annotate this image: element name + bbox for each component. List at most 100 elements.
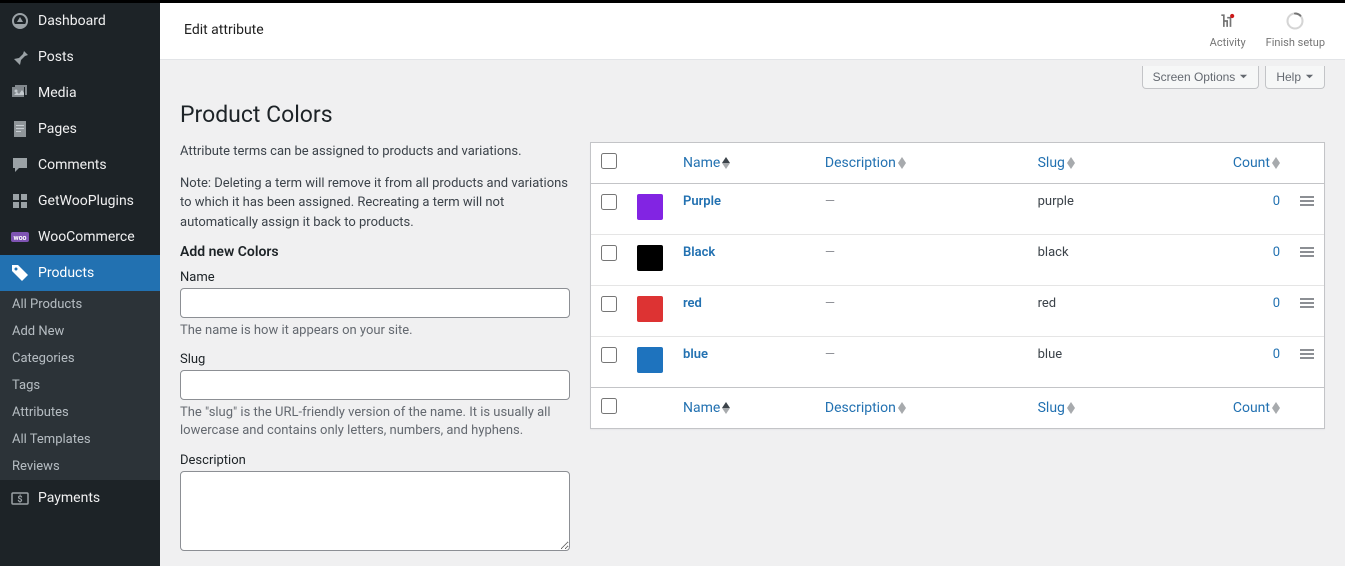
chevron-down-icon (1305, 70, 1314, 84)
term-description: — (825, 194, 835, 209)
activity-button[interactable]: Activity (1210, 11, 1246, 49)
menu-label: Comments (38, 157, 107, 173)
sort-icon (1067, 157, 1075, 169)
intro-text-2: Note: Deleting a term will remove it fro… (180, 174, 570, 233)
submenu-all-templates[interactable]: All Templates (0, 426, 160, 453)
submenu-tags[interactable]: Tags (0, 372, 160, 399)
finish-label: Finish setup (1266, 36, 1325, 49)
color-swatch (637, 245, 663, 271)
products-icon (10, 263, 30, 283)
color-swatch (637, 296, 663, 322)
name-input[interactable] (180, 288, 570, 318)
col-count-sort[interactable]: Count (1233, 400, 1280, 416)
finish-setup-button[interactable]: Finish setup (1266, 11, 1325, 49)
table-row: red — red 0 (591, 286, 1324, 337)
pin-icon (10, 47, 30, 67)
submenu-categories[interactable]: Categories (0, 345, 160, 372)
plugin-icon (10, 191, 30, 211)
col-name-sort[interactable]: Name (683, 400, 730, 416)
menu-comments[interactable]: Comments (0, 147, 160, 183)
activity-label: Activity (1210, 36, 1246, 49)
menu-label: Payments (38, 490, 100, 506)
color-swatch (637, 194, 663, 220)
row-checkbox[interactable] (601, 194, 617, 210)
menu-getwooplugins[interactable]: GetWooPlugins (0, 183, 160, 219)
products-submenu: All Products Add New Categories Tags Att… (0, 291, 160, 480)
help-tab[interactable]: Help (1265, 66, 1325, 89)
term-slug: blue (1038, 347, 1063, 362)
sort-icon (898, 157, 906, 169)
drag-handle-icon[interactable] (1300, 350, 1314, 365)
description-label: Description (180, 453, 570, 468)
submenu-attributes[interactable]: Attributes (0, 399, 160, 426)
term-name-link[interactable]: blue (683, 347, 708, 362)
menu-label: Dashboard (38, 13, 106, 29)
menu-label: Media (38, 85, 77, 101)
table-row: Purple — purple 0 (591, 184, 1324, 235)
menu-label: Products (38, 265, 94, 281)
slug-help: The "slug" is the URL-friendly version o… (180, 404, 570, 440)
slug-label: Slug (180, 352, 570, 367)
row-checkbox[interactable] (601, 347, 617, 363)
select-all-checkbox-bottom[interactable] (601, 398, 617, 414)
term-count-link[interactable]: 0 (1273, 245, 1280, 260)
screen-options-tab[interactable]: Screen Options (1142, 66, 1260, 89)
term-name-link[interactable]: Black (683, 245, 715, 260)
name-help: The name is how it appears on your site. (180, 322, 570, 340)
menu-posts[interactable]: Posts (0, 39, 160, 75)
menu-label: GetWooPlugins (38, 193, 134, 209)
col-slug-sort[interactable]: Slug (1038, 400, 1075, 416)
header-bar: Edit attribute Activity Finish setup (160, 0, 1345, 60)
drag-handle-icon[interactable] (1300, 197, 1314, 212)
term-count-link[interactable]: 0 (1273, 194, 1280, 209)
color-swatch (637, 347, 663, 373)
terms-table: Name Description Slug Count Purple — pur… (590, 142, 1325, 429)
sort-icon (898, 402, 906, 414)
col-count-sort[interactable]: Count (1233, 155, 1280, 171)
name-label: Name (180, 270, 570, 285)
menu-woocommerce[interactable]: woo WooCommerce (0, 219, 160, 255)
menu-products[interactable]: Products (0, 255, 160, 291)
row-checkbox[interactable] (601, 245, 617, 261)
row-checkbox[interactable] (601, 296, 617, 312)
term-name-link[interactable]: Purple (683, 194, 721, 209)
col-desc-sort[interactable]: Description (825, 155, 906, 171)
col-name-sort[interactable]: Name (683, 155, 730, 171)
term-name-link[interactable]: red (683, 296, 702, 311)
term-slug: black (1038, 245, 1069, 260)
page-title: Product Colors (180, 101, 1325, 128)
media-icon (10, 83, 30, 103)
chevron-down-icon (1239, 70, 1248, 84)
description-input[interactable] (180, 471, 570, 551)
dashboard-icon (10, 11, 30, 31)
menu-dashboard[interactable]: Dashboard (0, 3, 160, 39)
slug-input[interactable] (180, 370, 570, 400)
svg-text:woo: woo (13, 234, 26, 242)
intro-text-1: Attribute terms can be assigned to produ… (180, 142, 570, 162)
menu-media[interactable]: Media (0, 75, 160, 111)
header-title: Edit attribute (180, 22, 264, 38)
col-desc-sort[interactable]: Description (825, 400, 906, 416)
submenu-reviews[interactable]: Reviews (0, 453, 160, 480)
menu-label: Pages (38, 121, 77, 137)
drag-handle-icon[interactable] (1300, 248, 1314, 263)
select-all-checkbox[interactable] (601, 153, 617, 169)
submenu-all-products[interactable]: All Products (0, 291, 160, 318)
menu-label: WooCommerce (38, 229, 135, 245)
menu-payments[interactable]: $ Payments (0, 480, 160, 516)
term-description: — (825, 296, 835, 311)
menu-pages[interactable]: Pages (0, 111, 160, 147)
term-count-link[interactable]: 0 (1273, 296, 1280, 311)
add-new-title: Add new Colors (180, 244, 570, 260)
drag-handle-icon[interactable] (1300, 299, 1314, 314)
menu-label: Posts (38, 49, 74, 65)
sort-icon (1067, 402, 1075, 414)
col-slug-sort[interactable]: Slug (1038, 155, 1075, 171)
main-content: Edit attribute Activity Finish setup Scr… (160, 0, 1345, 566)
payments-icon: $ (10, 488, 30, 508)
term-count-link[interactable]: 0 (1273, 347, 1280, 362)
progress-icon (1285, 11, 1305, 36)
svg-text:$: $ (17, 494, 22, 505)
table-row: blue — blue 0 (591, 337, 1324, 387)
submenu-add-new[interactable]: Add New (0, 318, 160, 345)
